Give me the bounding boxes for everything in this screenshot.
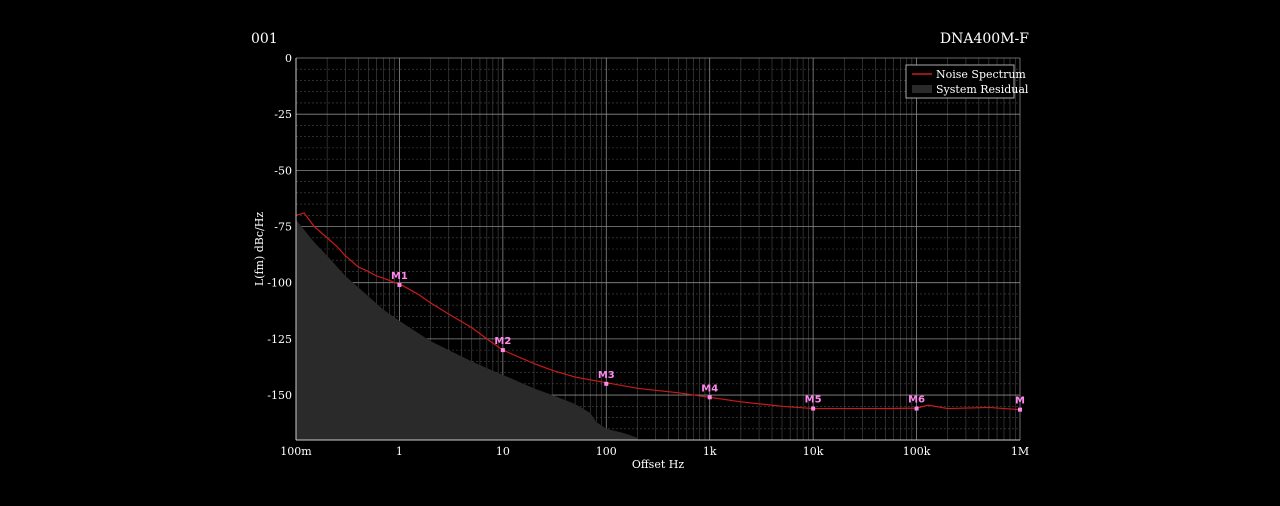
y-tick-label: 0 (285, 52, 292, 65)
legend-residual-swatch (912, 85, 932, 93)
y-tick-label: -50 (274, 164, 292, 177)
legend-noise-label: Noise Spectrum (936, 68, 1026, 81)
y-tick-label: -25 (274, 108, 292, 121)
marker-label: M1 (391, 271, 408, 282)
y-tick-labels: 0 -25 -50 -75 -100 -125 -150 (267, 52, 292, 402)
y-tick-label: -100 (267, 277, 292, 290)
x-tick-label: 10k (803, 445, 824, 458)
x-tick-label: 100k (903, 445, 931, 458)
x-axis-label: Offset Hz (632, 458, 684, 471)
marker-label: M (1015, 396, 1025, 407)
x-tick-label: 100 (596, 445, 617, 458)
marker-point (1018, 407, 1022, 412)
x-tick-label: 1k (703, 445, 717, 458)
marker-label: M5 (805, 395, 822, 406)
marker-label: M6 (908, 395, 925, 406)
marker-label: M2 (494, 336, 511, 347)
y-tick-label: -150 (267, 389, 292, 402)
legend-residual-label: System Residual (936, 83, 1029, 96)
x-tick-label: 10 (496, 445, 510, 458)
y-tick-label: -75 (274, 221, 292, 234)
marker-point (604, 381, 609, 386)
marker-point (397, 282, 402, 287)
marker-point (500, 348, 505, 353)
marker-point (707, 395, 712, 400)
marker-point (914, 406, 919, 411)
marker-label: M3 (598, 370, 615, 381)
marker-point (811, 406, 816, 411)
x-tick-label: 100m (280, 445, 312, 458)
marker-label: M4 (701, 383, 718, 394)
x-tick-label: 1 (396, 445, 403, 458)
legend: Noise Spectrum System Residual (905, 64, 1029, 99)
phase-noise-chart: M1 M2 M3 M4 M5 M6 M 100m 1 10 100 1k 10k 100k 1M 0 -25… (253, 52, 1029, 471)
x-tick-label: 1M (1011, 445, 1029, 458)
y-axis-label: L(fm) dBc/Hz (253, 212, 266, 286)
x-tick-labels: 100m 1 10 100 1k 10k 100k 1M (280, 445, 1029, 458)
y-tick-label: -125 (267, 333, 292, 346)
